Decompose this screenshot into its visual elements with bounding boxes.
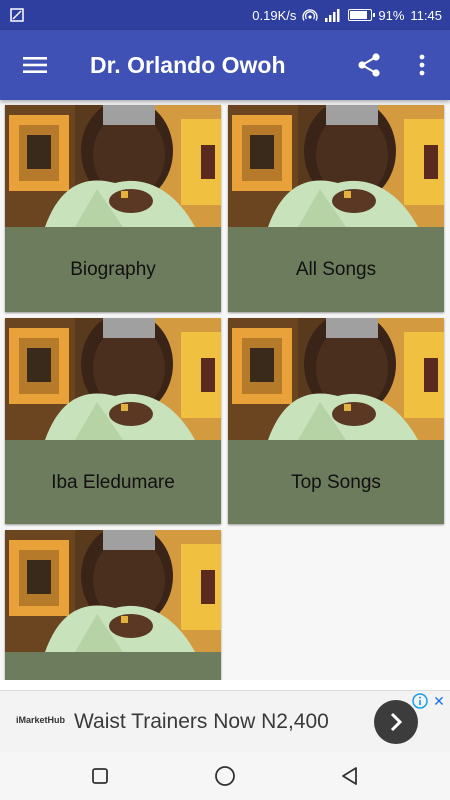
ad-banner[interactable]: iMarketHub Waist Trainers Now N2,400 ✕ [0, 690, 450, 752]
grid-item-5[interactable] [5, 530, 221, 680]
grid-item-biography[interactable]: Biography [5, 105, 221, 312]
app-bar: Dr. Orlando Owoh [0, 30, 450, 100]
screenshot-icon [10, 8, 24, 22]
more-options-button[interactable] [402, 44, 442, 86]
chevron-right-icon [390, 712, 403, 732]
hotspot-icon [302, 9, 319, 21]
page-title: Dr. Orlando Owoh [90, 52, 286, 78]
ad-close-icon[interactable]: ✕ [432, 693, 446, 709]
grid-item-label: Iba Eledumare [51, 471, 175, 493]
grid-item-label: All Songs [295, 258, 377, 280]
menu-button[interactable] [14, 44, 56, 86]
menu-grid: Biography All Songs Iba Eledumare Top So… [0, 100, 450, 680]
status-bar: 0.19K/s 91% 11:45 [0, 0, 450, 30]
back-button[interactable] [334, 760, 366, 792]
ad-info-icon[interactable] [412, 693, 428, 709]
more-vert-icon [419, 54, 425, 76]
grid-item-label: Top Songs [291, 471, 381, 493]
signal-icon [325, 9, 340, 22]
system-nav-bar [0, 752, 450, 800]
battery-icon [348, 9, 376, 21]
recents-button[interactable] [84, 760, 116, 792]
network-speed: 0.19K/s [252, 7, 297, 23]
thumbnail-image [228, 318, 444, 440]
ad-brand-logo: iMarketHub [16, 715, 66, 725]
thumbnail-image [5, 530, 221, 652]
thumbnail-image [5, 105, 221, 227]
ad-headline[interactable]: Waist Trainers Now N2,400 [74, 691, 329, 753]
battery-percent: 91% [378, 7, 405, 23]
thumbnail-image [228, 105, 444, 227]
status-right: 0.19K/s 91% 11:45 [252, 0, 442, 30]
thumbnail-image [5, 318, 221, 440]
grid-item-label [5, 652, 221, 680]
clock: 11:45 [410, 7, 442, 23]
share-icon [358, 53, 380, 77]
recents-icon [92, 768, 108, 784]
menu-icon [23, 57, 47, 73]
home-icon [215, 766, 235, 786]
grid-item-top-songs[interactable]: Top Songs [228, 318, 444, 524]
home-button[interactable] [209, 760, 241, 792]
back-icon [342, 767, 357, 785]
share-button[interactable] [348, 44, 390, 86]
grid-item-label: Biography [70, 258, 156, 280]
grid-item-all-songs[interactable]: All Songs [228, 105, 444, 312]
grid-item-iba-eledumare[interactable]: Iba Eledumare [5, 318, 221, 524]
